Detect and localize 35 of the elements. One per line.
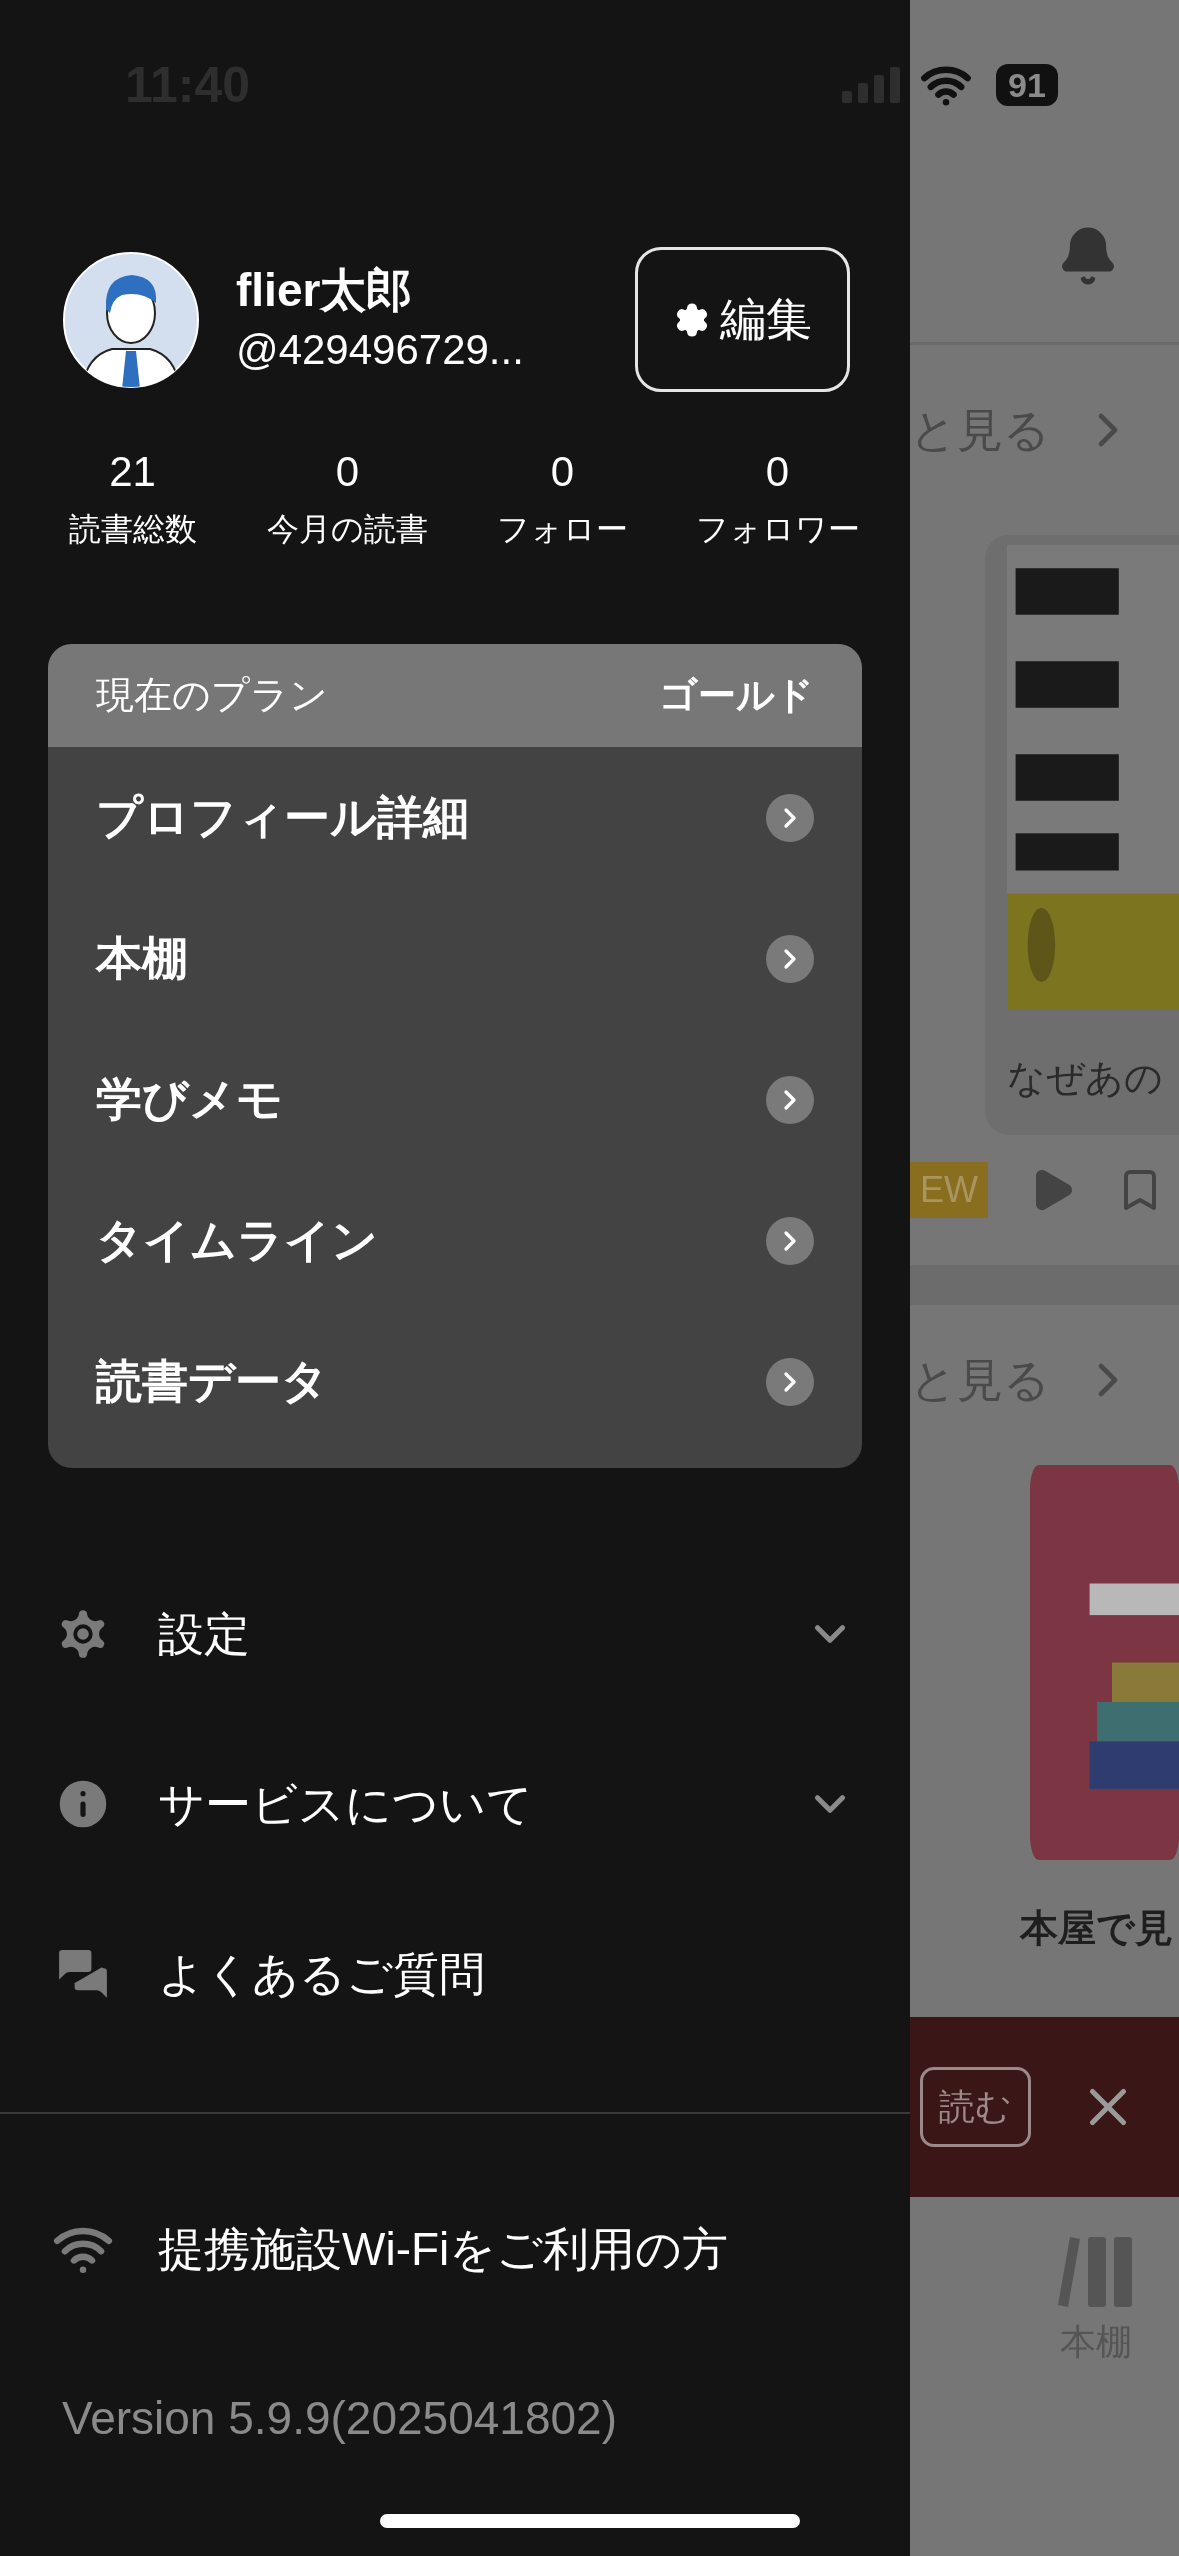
stat-label: 読書総数 <box>68 510 197 549</box>
wifi-link[interactable]: 提携施設Wi-Fiをご利用の方 <box>0 2164 910 2334</box>
stat-label: フォロワー <box>695 510 860 549</box>
plan-menu-item[interactable]: プロフィール詳細 <box>48 747 862 888</box>
book-title: なぜあの <box>1007 1056 1164 1101</box>
feature-title: 本屋で見 <box>1020 1906 1174 1951</box>
menu-item[interactable]: よくあるご質問 <box>0 1889 910 2059</box>
user-handle: @429496729... <box>236 324 525 375</box>
plan-menu-item[interactable]: 学びメモ <box>48 1029 862 1170</box>
stat-value: 0 <box>550 447 575 497</box>
chevron-right-icon <box>766 1357 814 1406</box>
chevron-right-icon <box>766 934 814 983</box>
app-version: Version 5.9.9(2025041802) <box>61 2391 618 2446</box>
chevron-right-icon <box>766 1216 814 1265</box>
plan-menu-item[interactable]: 読書データ <box>48 1311 862 1452</box>
battery-indicator: 91 <box>996 64 1058 106</box>
signal-icon <box>842 67 900 103</box>
edit-button[interactable]: 編集 <box>635 247 850 392</box>
plan-label: 現在のプラン <box>96 673 328 718</box>
stat-value: 21 <box>109 447 156 497</box>
bookshelf-icon <box>1058 2237 1134 2307</box>
stat-label: 今月の読書 <box>267 510 428 549</box>
menu-item[interactable]: 設定 <box>0 1549 910 1719</box>
menu-item[interactable]: サービスについて <box>0 1719 910 1889</box>
plan-menu-item[interactable]: 本棚 <box>48 888 862 1029</box>
stat-value: 0 <box>335 447 360 497</box>
stat-value: 0 <box>765 447 790 497</box>
user-name: flier太郎 <box>236 262 414 318</box>
new-badge: EW <box>910 1162 988 1218</box>
chevron-right-icon <box>766 1075 814 1124</box>
read-button[interactable]: 読む <box>920 2067 1031 2147</box>
chevron-right-icon <box>766 793 814 842</box>
stat-label: フォロー <box>497 510 628 549</box>
plan-value: ゴールド <box>659 673 814 718</box>
plan-menu-item[interactable]: タイムライン <box>48 1170 862 1311</box>
